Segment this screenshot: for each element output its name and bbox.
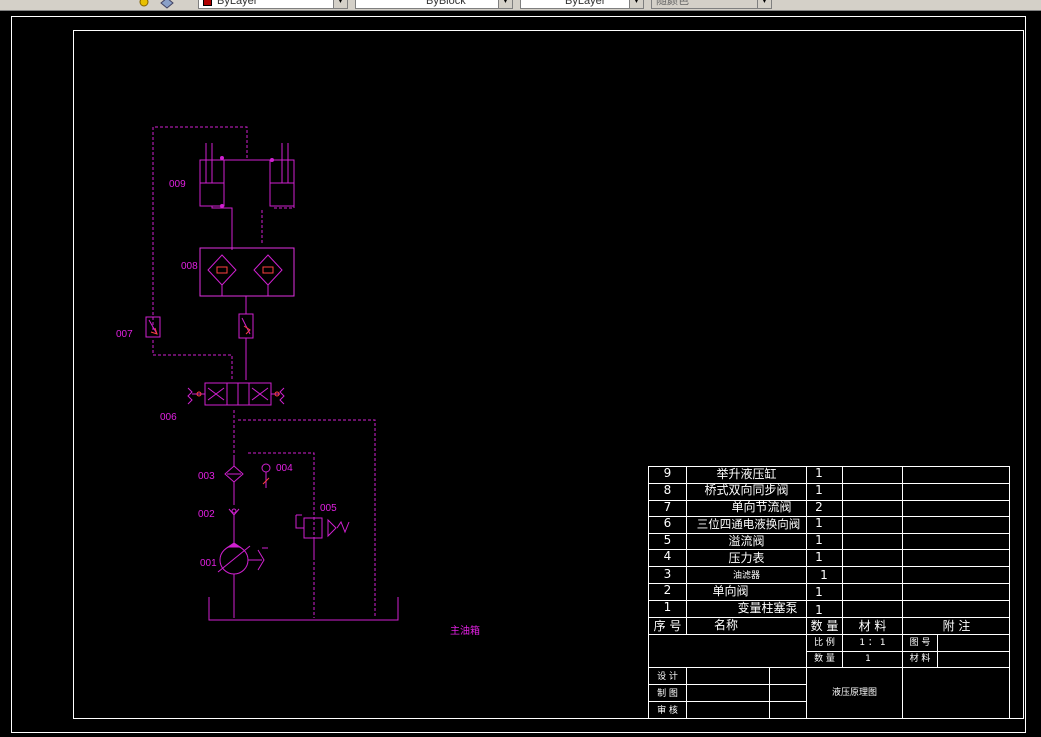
variable-piston-pump	[217, 542, 268, 618]
part-qty: 2	[815, 500, 823, 514]
drawing-canvas[interactable]: 009 008 007 006 003 004 002 005 001 主油箱 …	[0, 11, 1041, 737]
lift-cylinder-left	[199, 143, 233, 250]
bridge-sync-valve	[199, 247, 295, 297]
label-009: 009	[169, 179, 186, 190]
label-006: 006	[160, 412, 177, 423]
layer-state-icon[interactable]	[137, 0, 151, 9]
scale-value: 1 ： 1	[859, 638, 886, 648]
part-name: 溢流阀	[728, 534, 765, 548]
drawing-title: 液压原理图	[831, 688, 877, 698]
label-008: 008	[181, 261, 198, 272]
properties-toolbar: ByLayer ▼ ByBlock ▼ ByLayer ▼ 随颜色 ▼	[0, 0, 1041, 11]
linetype-control-combo[interactable]: ByBlock ▼	[355, 0, 513, 9]
plotstyle-control-combo[interactable]: 随颜色 ▼	[651, 0, 772, 9]
scale-label: 比 例	[814, 638, 835, 648]
drawing-inner-frame	[73, 30, 1024, 719]
part-qty: 1	[815, 603, 823, 617]
header-note: 附 注	[942, 619, 971, 633]
label-003: 003	[198, 471, 215, 482]
label-005: 005	[320, 503, 337, 514]
count-value: 1	[865, 654, 871, 664]
part-qty: 1	[820, 568, 828, 582]
material-label: 材 料	[909, 654, 931, 664]
part-number: 1	[663, 600, 672, 614]
chevron-down-icon[interactable]: ▼	[629, 0, 643, 8]
label-001: 001	[200, 558, 217, 569]
linetype-control-value: ByBlock	[426, 0, 466, 7]
chevron-down-icon[interactable]: ▼	[333, 0, 347, 8]
main-oil-tank	[208, 597, 399, 621]
part-qty: 1	[815, 533, 823, 547]
design-label: 设 计	[657, 672, 678, 682]
part-qty: 1	[815, 466, 823, 480]
directional-valve	[187, 382, 285, 406]
lineweight-control-combo[interactable]: ByLayer ▼	[520, 0, 644, 9]
part-number: 3	[663, 567, 672, 581]
part-number: 7	[663, 500, 672, 514]
header-material: 材 料	[858, 619, 887, 633]
part-number: 4	[663, 549, 672, 563]
count-label: 数 量	[814, 654, 835, 664]
part-number: 9	[663, 466, 672, 480]
check-valve	[228, 508, 240, 545]
review-label: 审 核	[657, 706, 678, 716]
drawing-no-label: 图 号	[909, 638, 931, 648]
part-name: 油滤器	[732, 571, 760, 581]
part-number: 8	[663, 483, 672, 497]
part-number: 5	[663, 533, 672, 547]
part-name: 压力表	[728, 551, 765, 565]
color-control-value: ByLayer	[217, 0, 258, 7]
part-name: 单向阀	[712, 584, 749, 598]
part-name: 桥式双向同步阀	[704, 483, 789, 497]
label-main-oil-tank: 主油箱	[450, 626, 480, 637]
label-007: 007	[116, 329, 133, 340]
part-qty: 1	[815, 585, 823, 599]
relief-valve	[295, 514, 350, 560]
label-002: 002	[198, 509, 215, 520]
pilot-lines	[152, 126, 376, 618]
color-control-combo[interactable]: ByLayer ▼	[198, 0, 348, 9]
oil-filter	[224, 455, 244, 505]
part-name: 三位四通电液换向阀	[696, 517, 801, 531]
chevron-down-icon[interactable]: ▼	[498, 0, 512, 8]
color-swatch	[203, 0, 212, 6]
layer-previous-icon[interactable]	[160, 0, 174, 9]
plotstyle-control-value: 随颜色	[656, 0, 689, 7]
header-no: 序 号	[653, 619, 682, 633]
label-004: 004	[276, 463, 293, 474]
part-qty: 1	[815, 483, 823, 497]
throttle-valve-right	[238, 296, 254, 380]
chevron-down-icon[interactable]: ▼	[757, 0, 771, 8]
pressure-gauge	[261, 463, 271, 488]
header-qty: 数 量	[810, 619, 839, 633]
part-number: 6	[663, 516, 672, 530]
header-name: 名称	[713, 618, 738, 632]
part-name: 举升液压缸	[716, 467, 777, 481]
part-qty: 1	[815, 550, 823, 564]
lift-cylinder-right	[224, 143, 295, 207]
lineweight-control-value: ByLayer	[565, 0, 606, 7]
draw-label: 制 图	[657, 689, 678, 699]
part-qty: 1	[815, 516, 823, 530]
